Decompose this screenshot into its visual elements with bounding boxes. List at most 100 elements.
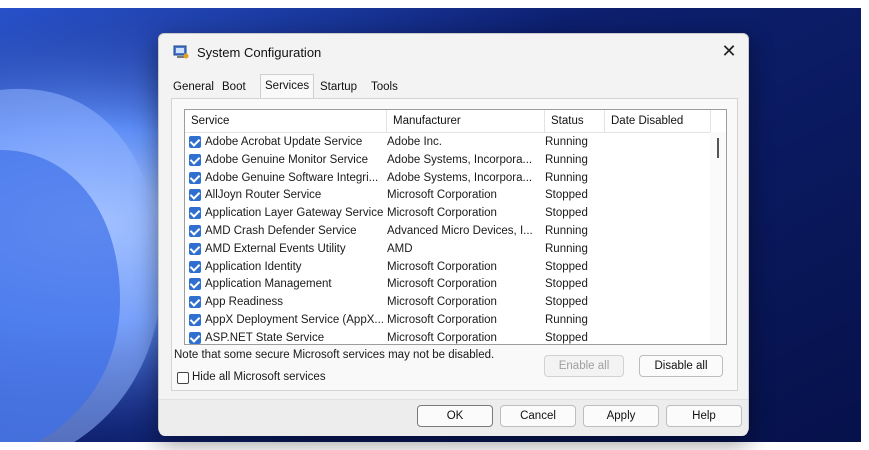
hide-microsoft-label: Hide all Microsoft services	[192, 371, 326, 383]
table-row[interactable]: Adobe Genuine Monitor Service Adobe Syste…	[185, 152, 710, 170]
column-header-manufacturer[interactable]: Manufacturer	[387, 110, 545, 132]
system-configuration-dialog: System Configuration ✕ General Boot Serv…	[158, 33, 749, 436]
service-manufacturer: Microsoft Corporation	[387, 331, 497, 344]
service-status: Stopped	[545, 331, 588, 344]
table-row[interactable]: Adobe Genuine Software Integri... Adobe S…	[185, 170, 710, 188]
service-name: Application Management	[205, 278, 332, 291]
service-date-disabled	[605, 170, 705, 188]
service-name: Adobe Genuine Software Integri...	[205, 171, 379, 184]
service-manufacturer: Microsoft Corporation	[387, 296, 497, 309]
table-row[interactable]: AllJoyn Router Service Microsoft Corporat…	[185, 187, 710, 205]
service-date-disabled	[605, 330, 705, 344]
service-name: AppX Deployment Service (AppX...	[205, 314, 384, 326]
service-name: Application Layer Gateway Service	[205, 207, 384, 220]
service-name: AMD Crash Defender Service	[205, 225, 357, 237]
service-date-disabled	[605, 134, 705, 152]
table-row[interactable]: App Readiness Microsoft Corporation Stoppe…	[185, 294, 710, 312]
table-row[interactable]: Application Identity Microsoft Corporatio…	[185, 259, 710, 277]
service-name: AllJoyn Router Service	[205, 189, 322, 202]
service-manufacturer: Microsoft Corporation	[387, 260, 497, 273]
tab-boot[interactable]: Boot	[218, 77, 250, 97]
tab-general[interactable]: General	[169, 77, 218, 97]
scrollbar-thumb[interactable]	[717, 138, 719, 158]
close-button[interactable]: ✕	[718, 40, 740, 62]
service-status: Stopped	[545, 260, 588, 273]
service-manufacturer: Microsoft Corporation	[387, 314, 497, 326]
service-name: Adobe Acrobat Update Service	[205, 136, 363, 148]
service-manufacturer: Adobe Inc.	[387, 136, 442, 148]
service-name: ASP.NET State Service	[205, 331, 325, 344]
column-header-date-disabled[interactable]: Date Disabled	[605, 110, 711, 132]
window-title: System Configuration	[197, 45, 322, 60]
service-status: Running	[545, 153, 588, 166]
service-manufacturer: Adobe Systems, Incorpora...	[387, 153, 533, 166]
service-date-disabled	[605, 259, 705, 277]
service-status: Stopped	[545, 207, 588, 220]
service-date-disabled	[605, 241, 705, 259]
service-checkbox[interactable]	[189, 278, 201, 291]
service-status: Stopped	[545, 278, 588, 291]
service-status: Running	[545, 136, 588, 148]
service-status: Running	[545, 225, 588, 237]
table-row[interactable]: AMD External Events Utility AMD Running	[185, 241, 710, 259]
service-name: Application Identity	[205, 260, 302, 273]
service-checkbox[interactable]	[189, 242, 201, 255]
service-checkbox[interactable]	[189, 314, 201, 326]
tab-services[interactable]: Services	[260, 74, 315, 99]
table-row[interactable]: ASP.NET State Service Microsoft Corporati…	[185, 330, 710, 344]
services-panel: Service Manufacturer Status Date Disable…	[171, 98, 738, 391]
service-checkbox[interactable]	[189, 260, 201, 273]
service-manufacturer: Microsoft Corporation	[387, 278, 497, 291]
table-row[interactable]: Application Layer Gateway Service Microso…	[185, 205, 710, 223]
service-checkbox[interactable]	[189, 207, 201, 220]
service-checkbox[interactable]	[189, 136, 201, 148]
service-checkbox[interactable]	[189, 171, 201, 184]
services-list[interactable]: Service Manufacturer Status Date Disable…	[184, 109, 727, 345]
service-status: Stopped	[545, 296, 588, 309]
column-header-status[interactable]: Status	[545, 110, 605, 132]
close-icon: ✕	[721, 41, 737, 61]
table-row[interactable]: Application Management Microsoft Corporat…	[185, 276, 710, 294]
enable-all-button[interactable]: Enable all	[544, 355, 624, 377]
service-checkbox[interactable]	[189, 296, 201, 309]
service-manufacturer: AMD	[387, 242, 413, 255]
service-manufacturer: Adobe Systems, Incorpora...	[387, 171, 533, 184]
service-date-disabled	[605, 276, 705, 294]
service-manufacturer: Microsoft Corporation	[387, 189, 497, 202]
msconfig-icon	[173, 45, 189, 59]
service-date-disabled	[605, 312, 705, 330]
table-row[interactable]: Adobe Acrobat Update Service Adobe Inc. Ru…	[185, 134, 710, 152]
service-checkbox[interactable]	[189, 189, 201, 202]
help-button[interactable]: Help	[666, 405, 742, 427]
vertical-scrollbar[interactable]	[710, 132, 726, 344]
table-row[interactable]: AppX Deployment Service (AppX... Microsof…	[185, 312, 710, 330]
disable-all-button[interactable]: Disable all	[639, 355, 723, 377]
service-manufacturer: Advanced Micro Devices, I...	[387, 225, 533, 237]
service-name: App Readiness	[205, 296, 283, 309]
column-header-service[interactable]: Service	[185, 110, 387, 132]
titlebar: System Configuration ✕	[159, 34, 748, 70]
ok-button[interactable]: OK	[417, 405, 493, 427]
service-name: Adobe Genuine Monitor Service	[205, 153, 369, 166]
tab-tools[interactable]: Tools	[367, 77, 402, 97]
service-status: Running	[545, 171, 588, 184]
service-status: Running	[545, 314, 588, 326]
note-text: Note that some secure Microsoft services…	[174, 349, 495, 361]
service-status: Running	[545, 242, 588, 255]
service-name: AMD External Events Utility	[205, 242, 346, 255]
table-row[interactable]: AMD Crash Defender Service Advanced Micro…	[185, 223, 710, 241]
service-checkbox[interactable]	[189, 331, 201, 344]
hide-microsoft-checkbox[interactable]	[177, 372, 189, 384]
service-date-disabled	[605, 205, 705, 223]
list-header: Service Manufacturer Status Date Disable…	[185, 110, 726, 133]
service-date-disabled	[605, 152, 705, 170]
cancel-button[interactable]: Cancel	[500, 405, 576, 427]
apply-button[interactable]: Apply	[583, 405, 659, 427]
service-date-disabled	[605, 294, 705, 312]
service-checkbox[interactable]	[189, 153, 201, 166]
service-manufacturer: Microsoft Corporation	[387, 207, 497, 220]
tab-startup[interactable]: Startup	[316, 77, 361, 97]
service-date-disabled	[605, 187, 705, 205]
service-status: Stopped	[545, 189, 588, 202]
service-checkbox[interactable]	[189, 225, 201, 237]
